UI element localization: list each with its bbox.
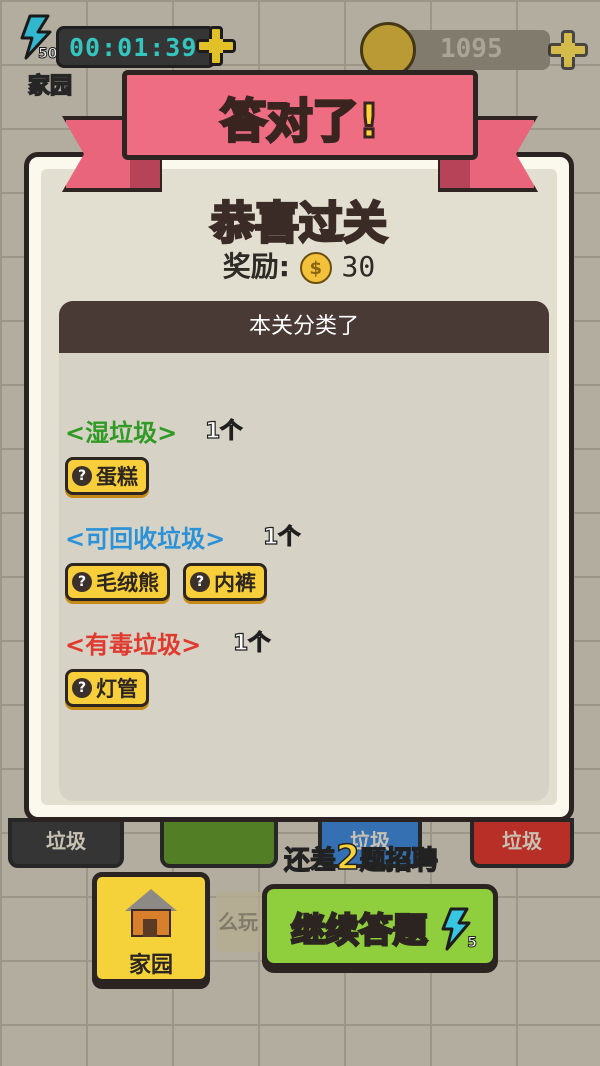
item-tag-light-tube[interactable]: ? 灯管 bbox=[65, 669, 149, 707]
item-tag-underwear[interactable]: ? 内裤 bbox=[183, 563, 267, 601]
category-list: 本关分类了 <湿垃圾> 1个 ? 蛋糕 <可回收垃圾> 1个 ? 毛绒熊 ? 内… bbox=[59, 301, 549, 801]
ribbon-fold-left bbox=[130, 160, 160, 188]
question-icon: ? bbox=[190, 572, 210, 592]
result-dialog: 恭喜过关 奖励: $ 30 本关分类了 <湿垃圾> 1个 ? 蛋糕 <可回收垃圾… bbox=[24, 152, 574, 822]
category-toxic-count: 1个 bbox=[232, 630, 271, 656]
home-button-label: 家园 bbox=[128, 953, 173, 978]
ribbon-fold-right bbox=[440, 160, 470, 188]
continue-button[interactable]: 继续答题 5 bbox=[262, 884, 498, 968]
category-recyclable-label: <可回收垃圾> bbox=[65, 525, 226, 553]
category-wet-count: 1个 bbox=[204, 418, 243, 444]
background-hint-panel: 么玩 bbox=[216, 892, 266, 952]
remaining-count: 2 bbox=[335, 837, 360, 879]
question-icon: ? bbox=[72, 572, 92, 592]
category-recyclable-count: 1个 bbox=[262, 524, 301, 550]
question-icon: ? bbox=[72, 678, 92, 698]
reward-label: 奖励: bbox=[222, 250, 290, 283]
dialog-title: 恭喜过关 bbox=[210, 197, 389, 251]
list-header: 本关分类了 bbox=[59, 301, 549, 353]
item-tag-cake[interactable]: ? 蛋糕 bbox=[65, 457, 149, 495]
home-button[interactable]: 家园 bbox=[92, 872, 210, 984]
continue-button-label: 继续答题 bbox=[290, 910, 429, 953]
continue-cost: 5 bbox=[467, 935, 478, 952]
house-icon bbox=[125, 889, 177, 941]
reward-amount: 30 bbox=[341, 250, 376, 283]
category-toxic-label: <有毒垃圾> bbox=[65, 631, 202, 659]
reward-coin-icon: $ bbox=[299, 252, 332, 284]
category-wet-label: <湿垃圾> bbox=[65, 419, 178, 447]
ribbon-banner: 答对了! bbox=[122, 70, 478, 160]
recruit-status: 还差2题招聘 bbox=[283, 837, 438, 879]
item-tag-teddy-bear[interactable]: ? 毛绒熊 bbox=[65, 563, 170, 601]
ribbon-title: 答对了! bbox=[219, 93, 381, 150]
reward-line: 奖励: $ 30 bbox=[29, 245, 569, 285]
question-icon: ? bbox=[72, 466, 92, 486]
